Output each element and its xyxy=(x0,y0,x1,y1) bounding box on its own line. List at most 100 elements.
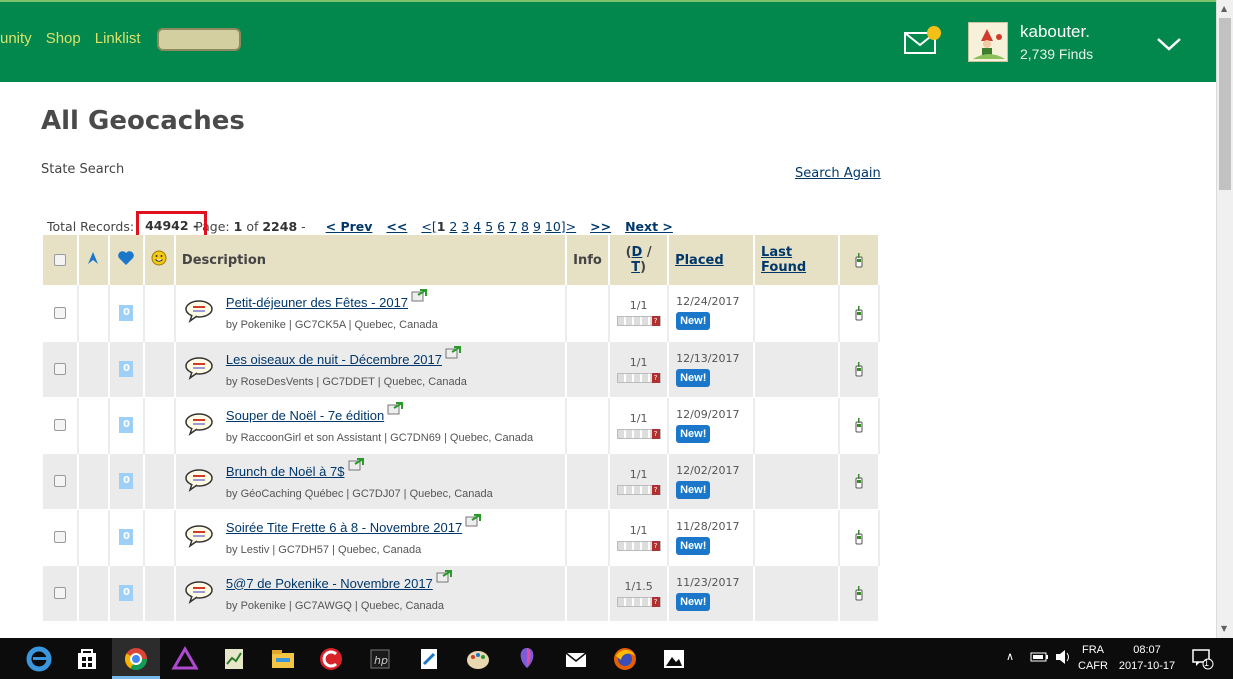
favorite-count: 0 xyxy=(119,304,134,321)
store-icon[interactable] xyxy=(72,644,102,674)
first-page-link[interactable]: << xyxy=(386,219,407,234)
page-link-6[interactable]: 6 xyxy=(497,219,505,234)
user-finds: 2,739 Finds xyxy=(1020,46,1094,62)
page-link-2[interactable]: 2 xyxy=(449,219,457,234)
placed-date: 12/09/2017 xyxy=(676,407,740,421)
difficulty-terrain: 1/1 xyxy=(629,411,648,425)
chrome-icon[interactable] xyxy=(121,644,151,674)
send-to-gps-icon[interactable] xyxy=(855,417,863,433)
send-to-gps-icon[interactable] xyxy=(855,529,863,545)
heart-icon[interactable] xyxy=(117,250,135,266)
system-clock[interactable]: 08:07 2017-10-17 xyxy=(1118,642,1176,674)
difficulty-terrain: 1/1 xyxy=(629,355,648,369)
page-link-5[interactable]: 5 xyxy=(485,219,493,234)
row-checkbox[interactable] xyxy=(53,419,66,431)
cache-name-link[interactable]: Soirée Tite Frette 6 à 8 - Novembre 2017 xyxy=(226,520,462,535)
cache-name-link[interactable]: Petit-déjeuner des Fêtes - 2017 xyxy=(226,295,408,310)
main-nav: unity Shop Linklist xyxy=(0,28,241,51)
triangle-app-icon[interactable] xyxy=(170,644,200,674)
row-checkbox[interactable] xyxy=(53,587,66,599)
page-range-close[interactable]: ]> xyxy=(561,219,576,234)
document-app-icon[interactable] xyxy=(414,644,444,674)
last-page-link[interactable]: >> xyxy=(590,219,611,234)
event-cache-icon xyxy=(185,300,213,323)
cache-name-link[interactable]: Souper de Noël - 7e édition xyxy=(226,408,384,423)
paint-icon[interactable] xyxy=(463,644,493,674)
nav-community[interactable]: unity xyxy=(0,30,32,51)
windows-taskbar: hp ∧ FRA CAFR 08:07 2017-10-17 1 xyxy=(0,638,1233,679)
battery-icon[interactable] xyxy=(1028,646,1050,668)
page-range-open[interactable]: <[ xyxy=(421,219,436,234)
cache-name-link[interactable]: Les oiseaux de nuit - Décembre 2017 xyxy=(226,352,442,367)
dt-sep: / xyxy=(642,245,652,260)
volume-icon[interactable] xyxy=(1052,646,1074,668)
hp-icon[interactable]: hp xyxy=(365,644,395,674)
vertical-scrollbar[interactable]: ▲ ▼ xyxy=(1216,0,1233,638)
smiley-icon[interactable] xyxy=(151,250,167,266)
sort-difficulty-link[interactable]: D xyxy=(632,245,643,260)
photos-icon[interactable] xyxy=(659,644,689,674)
row-checkbox[interactable] xyxy=(53,475,66,487)
cache-name-link[interactable]: Brunch de Noël à 7$ xyxy=(226,464,345,479)
send-to-gps-icon[interactable] xyxy=(855,585,863,601)
size-bar-icon xyxy=(616,428,661,439)
next-page-link[interactable]: Next > xyxy=(625,219,673,234)
difficulty-terrain: 1/1 xyxy=(629,523,648,537)
mail-app-icon[interactable] xyxy=(561,644,591,674)
scroll-down-icon[interactable]: ▼ xyxy=(1221,624,1227,633)
cache-meta: by RaccoonGirl et son Assistant | GC7DN6… xyxy=(225,431,534,444)
page-link-3[interactable]: 3 xyxy=(461,219,469,234)
scroll-up-icon[interactable]: ▲ xyxy=(1221,4,1227,13)
page-link-8[interactable]: 8 xyxy=(521,219,529,234)
size-bar-icon xyxy=(616,372,661,383)
scroll-thumb[interactable] xyxy=(1219,18,1231,190)
balloon-app-icon[interactable] xyxy=(512,644,542,674)
send-to-gps-icon[interactable] xyxy=(855,305,863,321)
prev-page-link[interactable]: < Prev xyxy=(326,219,373,234)
page-link-9[interactable]: 9 xyxy=(533,219,541,234)
page-link-4[interactable]: 4 xyxy=(473,219,481,234)
select-all-checkbox[interactable] xyxy=(53,254,66,266)
search-again-link[interactable]: Search Again xyxy=(795,166,881,181)
row-checkbox[interactable] xyxy=(53,363,66,375)
ccleaner-icon[interactable] xyxy=(316,644,346,674)
nav-shop[interactable]: Shop xyxy=(46,30,81,51)
difficulty-terrain: 1/1 xyxy=(629,299,648,313)
send-to-gps-icon[interactable] xyxy=(855,473,863,489)
direction-icon[interactable] xyxy=(87,251,99,265)
size-bar-icon xyxy=(616,484,661,495)
nav-linklist[interactable]: Linklist xyxy=(95,30,141,51)
nav-highlight-button[interactable] xyxy=(156,28,241,51)
sort-last-found-link[interactable]: Last Found xyxy=(761,245,806,275)
row-checkbox[interactable] xyxy=(53,306,66,319)
event-cache-icon xyxy=(185,412,213,436)
language-code: FRA xyxy=(1082,644,1104,656)
user-name[interactable]: kabouter. xyxy=(1020,22,1090,42)
row-checkbox[interactable] xyxy=(53,531,66,543)
send-to-gps-icon[interactable] xyxy=(855,361,863,377)
page-link-1: 1 xyxy=(436,219,446,234)
sort-placed-link[interactable]: Placed xyxy=(675,253,724,268)
sort-terrain-link[interactable]: T xyxy=(631,260,640,275)
favorite-count: 0 xyxy=(119,529,134,545)
page-link-7[interactable]: 7 xyxy=(509,219,517,234)
table-row: 0 Petit-déjeuner des Fêtes - 2017 by Pok… xyxy=(43,285,881,342)
new-badge: New! xyxy=(676,312,711,331)
avatar[interactable] xyxy=(968,22,1008,62)
firefox-icon[interactable] xyxy=(610,644,640,674)
cache-name-link[interactable]: 5@7 de Pokenike - Novembre 2017 xyxy=(226,576,433,591)
tray-chevron-icon[interactable]: ∧ xyxy=(1006,650,1014,663)
notification-count: 1 xyxy=(1204,658,1210,668)
current-page: 1 xyxy=(233,219,243,234)
notification-center-icon[interactable] xyxy=(1190,646,1214,670)
edge-browser-icon[interactable] xyxy=(24,644,54,674)
attended-log-icon xyxy=(411,289,427,302)
file-explorer-icon[interactable] xyxy=(268,644,298,674)
input-language[interactable]: FRA CAFR xyxy=(1078,642,1108,674)
page-link-10[interactable]: 10 xyxy=(545,219,561,234)
table-row: 0 Souper de Noël - 7e édition by Raccoon… xyxy=(43,397,881,454)
spreadsheet-icon[interactable] xyxy=(219,644,249,674)
chevron-down-icon[interactable] xyxy=(1156,36,1182,52)
total-suffix: - xyxy=(192,218,199,233)
event-cache-icon xyxy=(185,580,213,604)
